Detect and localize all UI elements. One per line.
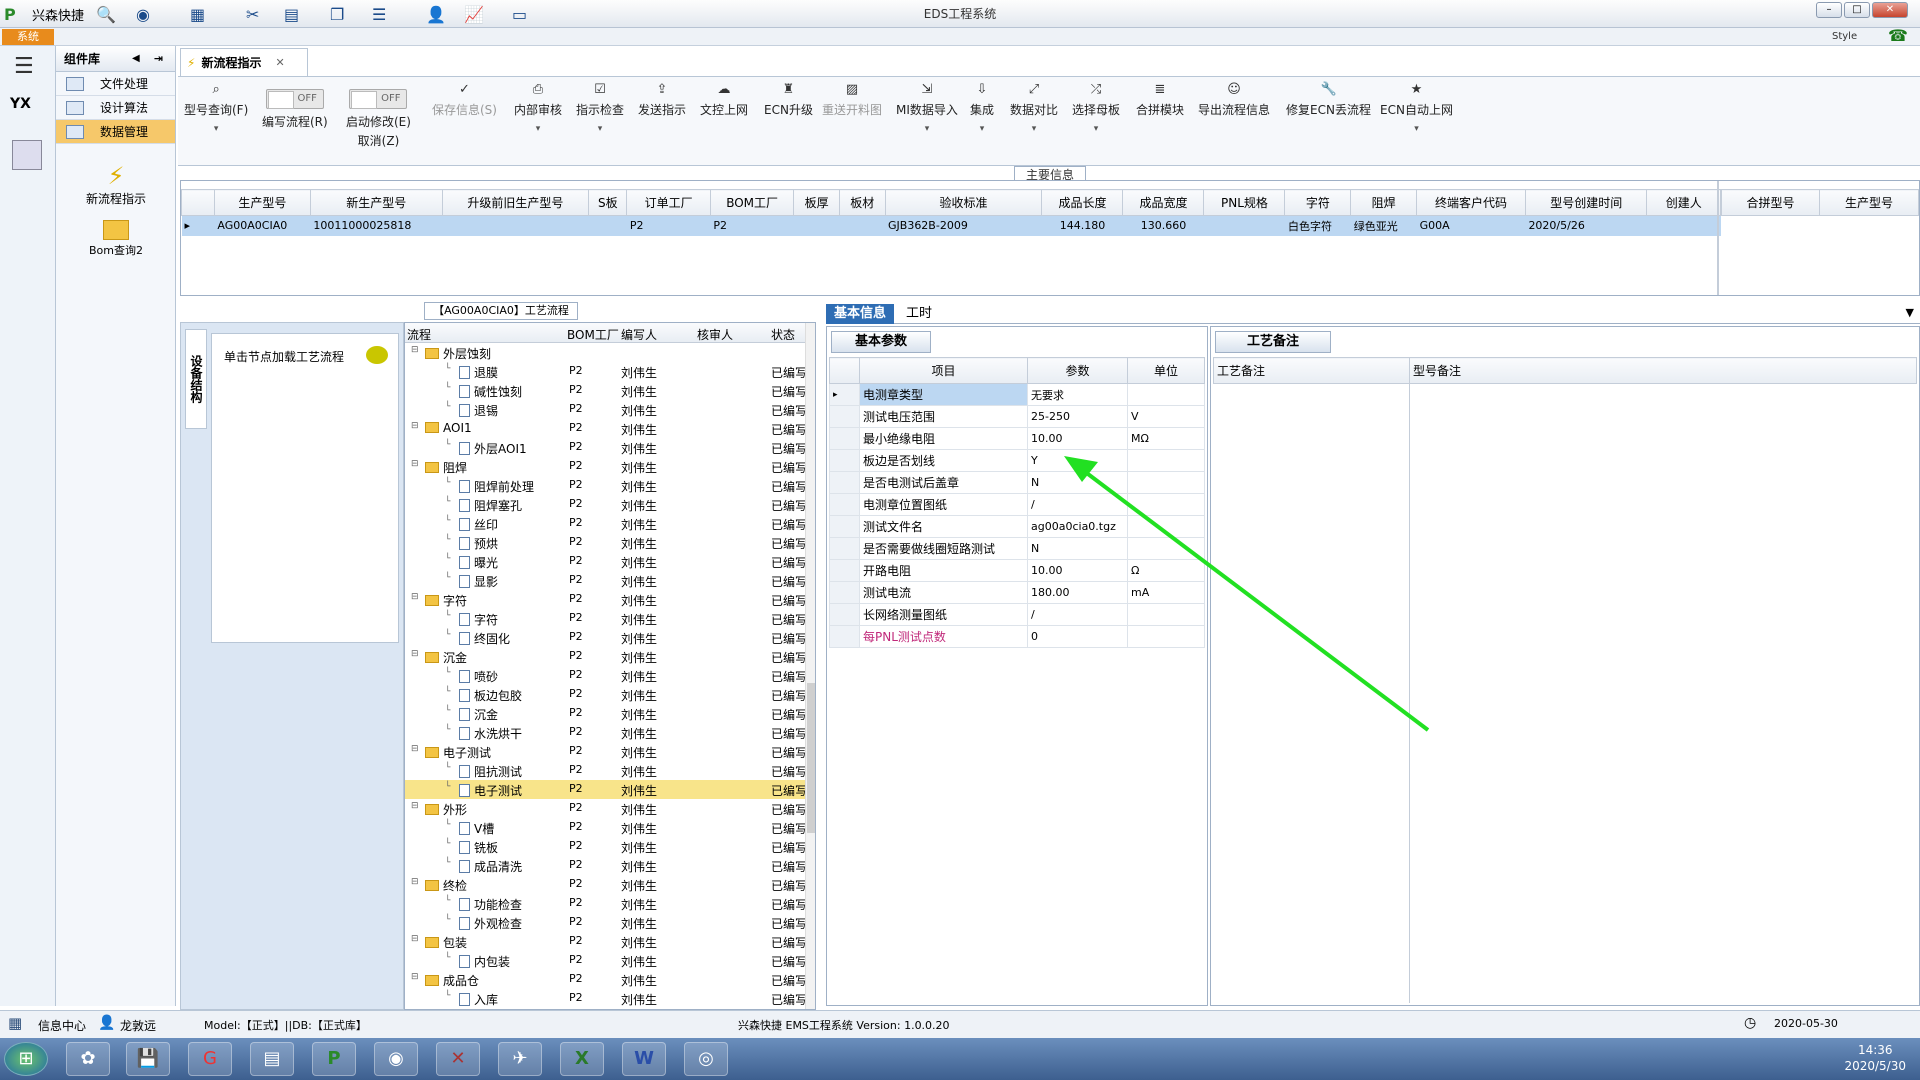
taskbar-app-x[interactable]: ✕: [436, 1042, 480, 1076]
taskbar-save-app[interactable]: 💾: [126, 1042, 170, 1076]
status-date: 2020-05-30: [1774, 1017, 1838, 1030]
status-bar: ▦ 信息中心 👤 龙敦远 Model:【正式】||DB:【正式库】 兴森快捷 E…: [0, 1010, 1920, 1038]
taskbar-app-chat[interactable]: ✈: [498, 1042, 542, 1076]
windows-grid-icon[interactable]: ▦: [8, 1014, 22, 1032]
user-name: 龙敦远: [120, 1019, 157, 1033]
arrow-shaft: [1078, 466, 1430, 732]
annotation-arrow: [1064, 456, 1430, 732]
info-center-label[interactable]: 信息中心: [38, 1017, 86, 1034]
start-button[interactable]: ⊞: [4, 1042, 48, 1076]
taskbar-app-g[interactable]: G: [188, 1042, 232, 1076]
system-clock[interactable]: 14:36 2020/5/30: [1844, 1042, 1906, 1074]
taskbar-word[interactable]: W: [622, 1042, 666, 1076]
clock-date: 2020/5/30: [1844, 1059, 1906, 1073]
taskbar-app-1[interactable]: ✿: [66, 1042, 110, 1076]
taskbar-app-eye[interactable]: ◉: [374, 1042, 418, 1076]
taskbar: ⊞ ✿ 💾 G ▤ P ◉ ✕ ✈ X W ◎ 14:36 2020/5/30: [0, 1038, 1920, 1080]
taskbar-app-eds[interactable]: ◎: [684, 1042, 728, 1076]
clock-icon: ◷: [1744, 1015, 1757, 1031]
model-db-status: Model:【正式】||DB:【正式库】: [204, 1019, 367, 1032]
user-icon: 👤: [98, 1015, 116, 1031]
taskbar-app-p[interactable]: P: [312, 1042, 356, 1076]
version-info: 兴森快捷 EMS工程系统 Version: 1.0.0.20: [738, 1019, 950, 1032]
taskbar-document-app[interactable]: ▤: [250, 1042, 294, 1076]
clock-time: 14:36: [1857, 1043, 1893, 1057]
taskbar-excel[interactable]: X: [560, 1042, 604, 1076]
